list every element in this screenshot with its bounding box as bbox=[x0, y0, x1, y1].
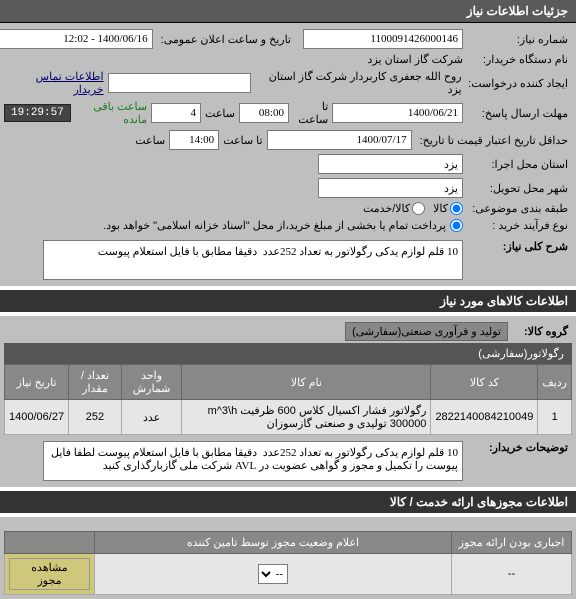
requester-value: روح الله جعفری کاربردار شرکت گاز استان ی… bbox=[255, 70, 462, 96]
remaining-label: ساعت باقی مانده bbox=[75, 100, 147, 126]
permits-header-text: اطلاعات مجوزهای ارائه خدمت / کالا bbox=[390, 495, 568, 509]
delivery-city-input[interactable] bbox=[318, 178, 463, 198]
category-radio-group: کالا کالا/خدمت bbox=[363, 202, 463, 215]
contact-link[interactable]: اطلاعات تماس خریدار bbox=[4, 70, 104, 96]
deadline-date-input[interactable] bbox=[332, 103, 463, 123]
summary-label: شرح کلی نیاز: bbox=[467, 240, 572, 253]
min-valid-label: حداقل تاریخ اعتبار قیمت تا تاریخ: bbox=[416, 134, 572, 147]
goods-area: گروه کالا: تولید و فرآوری صنعتی(سفارشی) … bbox=[0, 316, 576, 487]
cell-view: مشاهده مجوز bbox=[5, 554, 95, 595]
days-suffix: ساعت bbox=[205, 107, 235, 120]
deadline-label: مهلت ارسال پاسخ: bbox=[467, 107, 572, 120]
cell-name: رگولاتور فشار اکسیال کلاس 600 ظرفیت m^3\… bbox=[182, 400, 431, 435]
view-permit-button[interactable]: مشاهده مجوز bbox=[9, 558, 90, 590]
th-mandatory: اجباری بودن ارائه مجوز bbox=[452, 532, 572, 554]
goods-sub-text: رگولاتور(سفارشی) bbox=[478, 348, 564, 360]
permits-area: اجباری بودن ارائه مجوز اعلام وضعیت مجوز … bbox=[0, 517, 576, 599]
countdown-timer: 19:29:57 bbox=[4, 104, 71, 122]
requester-extra-input[interactable] bbox=[108, 73, 251, 93]
announce-dt-input[interactable] bbox=[0, 29, 153, 49]
cell-status: -- bbox=[95, 554, 452, 595]
deadline-time-label: تا ساعت bbox=[293, 100, 328, 126]
delivery-city-label: شهر محل تحویل: bbox=[467, 182, 572, 195]
requester-label: ایجاد کننده درخواست: bbox=[466, 77, 572, 90]
th-idx: ردیف bbox=[538, 365, 572, 400]
permits-table: اجباری بودن ارائه مجوز اعلام وضعیت مجوز … bbox=[4, 531, 572, 595]
deadline-time-input[interactable] bbox=[239, 103, 289, 123]
goods-table: ردیف کد کالا نام کالا واحد شمارش تعداد /… bbox=[4, 364, 572, 435]
th-status: اعلام وضعیت مجوز توسط تامین کننده bbox=[95, 532, 452, 554]
goods-group-label: گروه کالا: bbox=[512, 325, 572, 338]
goods-group-value: تولید و فرآوری صنعتی(سفارشی) bbox=[345, 322, 508, 341]
th-code: کد کالا bbox=[431, 365, 538, 400]
cell-qty: 252 bbox=[69, 400, 122, 435]
req-no-input[interactable] bbox=[303, 29, 463, 49]
table-header-row: ردیف کد کالا نام کالا واحد شمارش تعداد /… bbox=[5, 365, 572, 400]
days-value-input[interactable] bbox=[151, 103, 201, 123]
buyer-label: نام دستگاه خریدار: bbox=[467, 53, 572, 66]
cell-code: 2822140084210049 bbox=[431, 400, 538, 435]
process-radio[interactable] bbox=[450, 219, 463, 232]
time-suffix: ساعت bbox=[135, 134, 165, 147]
min-valid-time-input[interactable] bbox=[169, 130, 219, 150]
page-title: جزئیات اطلاعات نیاز bbox=[467, 4, 568, 18]
radio-process[interactable] bbox=[450, 219, 463, 232]
th-qty: تعداد / مقدار bbox=[69, 365, 122, 400]
radio-good[interactable] bbox=[450, 202, 463, 215]
exec-province-input[interactable] bbox=[318, 154, 463, 174]
status-select[interactable]: -- bbox=[258, 564, 288, 584]
summary-textarea[interactable] bbox=[43, 240, 463, 280]
buyer-notes-label: توضیحات خریدار: bbox=[467, 441, 572, 454]
req-no-label: شماره نیاز: bbox=[467, 33, 572, 46]
process-note: پرداخت تمام یا بخشی از مبلغ خرید،از محل … bbox=[103, 219, 446, 232]
th-unit: واحد شمارش bbox=[121, 365, 182, 400]
category-label: طبقه بندی موضوعی: bbox=[467, 202, 572, 215]
category-good-radio[interactable]: کالا bbox=[433, 202, 463, 215]
page-header: جزئیات اطلاعات نیاز bbox=[0, 0, 576, 23]
main-form: شماره نیاز: تاریخ و ساعت اعلان عمومی: نا… bbox=[0, 23, 576, 286]
goods-header-text: اطلاعات کالاهای مورد نیاز bbox=[440, 294, 568, 308]
cell-date: 1400/06/27 bbox=[5, 400, 69, 435]
cell-unit: عدد bbox=[121, 400, 182, 435]
buyer-value: شرکت گاز استان یزد bbox=[368, 53, 463, 66]
buyer-notes-textarea[interactable] bbox=[43, 441, 463, 481]
table-row: 1 2822140084210049 رگولاتور فشار اکسیال … bbox=[5, 400, 572, 435]
cell-idx: 1 bbox=[538, 400, 572, 435]
min-valid-time-label: تا ساعت bbox=[223, 134, 262, 147]
permits-header-row: اجباری بودن ارائه مجوز اعلام وضعیت مجوز … bbox=[5, 532, 572, 554]
th-empty bbox=[5, 532, 95, 554]
permits-header-bar: اطلاعات مجوزهای ارائه خدمت / کالا bbox=[0, 491, 576, 513]
th-date: تاریخ نیاز bbox=[5, 365, 69, 400]
th-name: نام کالا bbox=[182, 365, 431, 400]
radio-service[interactable] bbox=[412, 202, 425, 215]
permits-row: -- -- مشاهده مجوز bbox=[5, 554, 572, 595]
goods-header-bar: اطلاعات کالاهای مورد نیاز bbox=[0, 290, 576, 312]
process-label: نوع فرآیند خرید : bbox=[467, 219, 572, 232]
cell-mandatory: -- bbox=[452, 554, 572, 595]
goods-sub-row: رگولاتور(سفارشی) bbox=[4, 343, 572, 364]
category-service-radio[interactable]: کالا/خدمت bbox=[363, 202, 425, 215]
exec-province-label: استان محل اجرا: bbox=[467, 158, 572, 171]
announce-dt-label: تاریخ و ساعت اعلان عمومی: bbox=[157, 33, 295, 46]
min-valid-date-input[interactable] bbox=[267, 130, 412, 150]
